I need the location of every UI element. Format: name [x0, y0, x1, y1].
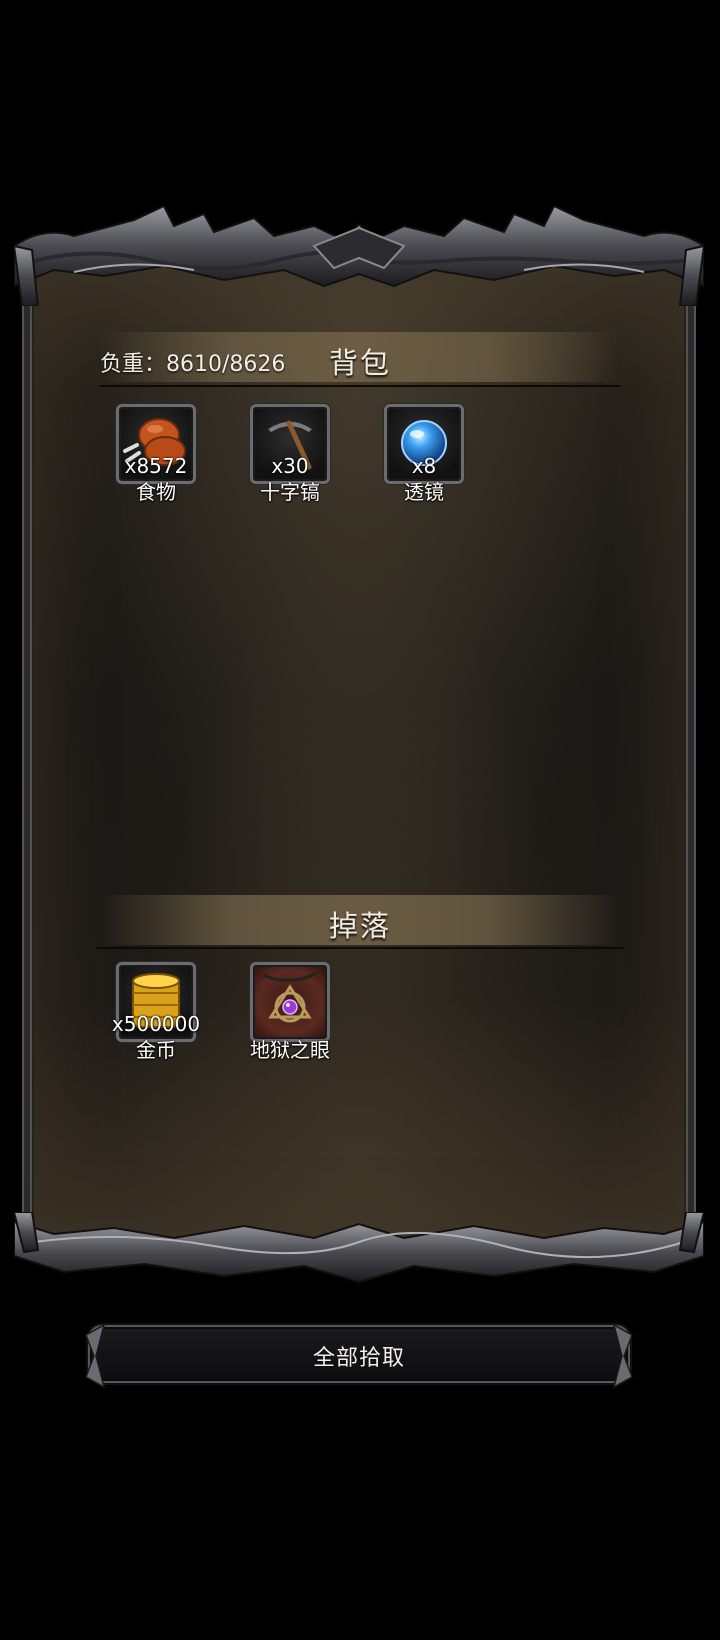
item-name: 十字镐	[260, 480, 320, 504]
pick-all-button[interactable]: 全部拾取	[85, 1323, 633, 1389]
item-name: 金币	[136, 1038, 176, 1062]
item-pickaxe[interactable]: x30 十字镐	[234, 404, 344, 514]
amulet-icon	[262, 971, 318, 1023]
frame-bottom-ornament	[14, 1212, 704, 1284]
item-lens[interactable]: x8 透镜	[368, 404, 478, 514]
item-count: x30	[271, 454, 309, 478]
item-name: 食物	[136, 480, 176, 504]
item-count: x8572	[124, 454, 188, 478]
item-name: 透镜	[404, 480, 444, 504]
item-name: 地狱之眼	[250, 1038, 330, 1062]
item-hell-eye[interactable]: 地狱之眼	[234, 962, 344, 1072]
weight-label: 负重：8610/8626	[100, 352, 286, 377]
drops-title: 掉落	[328, 909, 391, 943]
frame-panel	[24, 244, 694, 1256]
drops-divider	[96, 947, 624, 949]
loot-screen: 背包 负重：8610/8626 x8572 食物 x30 十字镐 x8 透镜 掉…	[0, 0, 720, 1640]
item-gold[interactable]: x500000 金币	[100, 962, 210, 1072]
item-slot	[250, 962, 330, 1042]
drops-header: 掉落	[100, 895, 620, 945]
item-count: x8	[411, 454, 437, 478]
item-count: x500000	[111, 1012, 201, 1036]
backpack-divider	[100, 385, 620, 387]
pick-all-label: 全部拾取	[312, 1346, 405, 1371]
frame-top-ornament	[14, 206, 704, 306]
item-food[interactable]: x8572 食物	[100, 404, 210, 514]
